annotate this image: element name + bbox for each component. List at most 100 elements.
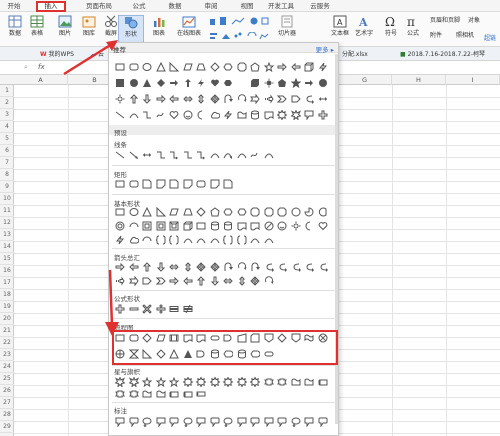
snip-shape-icon[interactable] [142,179,152,189]
curve-shape-icon[interactable] [250,235,260,245]
elbow-shape-icon[interactable] [156,150,166,160]
penta-shape-icon[interactable] [142,276,152,286]
row-header[interactable]: 19 [0,301,14,313]
curlL-shape-icon[interactable] [304,262,314,272]
bolt-shape-icon[interactable] [115,235,125,245]
heart-shape-icon[interactable] [318,221,328,231]
callround-shape-icon[interactable] [129,417,139,428]
rect-shape-icon[interactable] [115,179,125,189]
snip-shape-icon[interactable] [169,179,179,189]
quad-shape-icon[interactable] [209,94,220,104]
callrect-shape-icon[interactable] [264,417,274,428]
curve-shape-icon[interactable] [196,235,206,245]
tab-formula[interactable]: 公式 [128,1,150,12]
uturn-shape-icon[interactable] [223,262,233,272]
row-header[interactable]: 16 [0,265,14,277]
wave-shape-icon[interactable] [156,389,166,399]
row-header[interactable]: 4 [0,121,14,133]
callcloud-shape-icon[interactable] [223,417,233,427]
notch-shape-icon[interactable] [128,275,139,287]
squareF-shape-icon[interactable] [115,78,125,88]
wave-shape-icon[interactable] [142,389,152,399]
textbox-button[interactable]: A 文本框 [328,15,352,45]
arrowR-shape-icon[interactable] [169,276,179,286]
diamondF-shape-icon[interactable] [156,78,166,88]
object-button[interactable]: 对象 [468,16,480,25]
scrollh-shape-icon[interactable] [169,389,179,399]
lr-shape-icon[interactable] [223,276,233,286]
oct-shape-icon[interactable] [237,62,247,72]
panel-scrollbar[interactable] [335,54,338,424]
ellipse-shape-icon[interactable] [142,62,152,72]
column-header[interactable]: A [14,75,68,85]
bracket-shape-icon[interactable] [222,235,233,245]
arrowU-shape-icon[interactable] [142,262,152,272]
column-header[interactable]: I [446,75,500,85]
wave-shape-icon[interactable] [304,377,314,387]
callrect-shape-icon[interactable] [304,417,314,428]
row-header[interactable]: 24 [0,361,14,373]
callrect-shape-icon[interactable] [196,417,206,428]
rrect-shape-icon[interactable] [129,62,139,72]
circleF-shape-icon[interactable] [129,78,139,88]
oct-shape-icon[interactable] [277,207,287,217]
doc-shape-icon[interactable] [264,110,274,120]
arrowRF-shape-icon[interactable] [304,78,314,88]
doc-shape-icon[interactable] [250,221,260,231]
symbol-button[interactable]: Ω 符号 [380,15,402,45]
quad-shape-icon[interactable] [250,276,260,286]
row-header[interactable]: 13 [0,229,14,241]
para-shape-icon[interactable] [182,62,193,72]
circle-shape-icon[interactable] [291,207,301,217]
arrowUF-shape-icon[interactable] [183,78,193,88]
callrect-shape-icon[interactable] [156,417,166,428]
penta-shape-icon[interactable] [291,94,301,104]
curlL-shape-icon[interactable] [264,262,274,272]
fx-label[interactable]: fx [38,63,45,71]
scrollh-shape-icon[interactable] [183,389,193,399]
fold-shape-icon[interactable] [156,179,166,189]
quad-shape-icon[interactable] [209,262,220,272]
curlL-shape-icon[interactable] [304,94,314,104]
curve-shape-icon[interactable] [183,235,193,245]
seal-shape-icon[interactable] [182,376,193,388]
boltF-shape-icon[interactable] [196,78,206,88]
star-shape-icon[interactable] [263,61,274,73]
wave-shape-icon[interactable] [291,377,301,387]
curvearrow-shape-icon[interactable] [223,150,233,160]
elbow-shape-icon[interactable] [183,150,193,160]
minus-shape-icon[interactable] [129,304,139,314]
star-shape-icon[interactable] [155,376,166,388]
line-shape-icon[interactable] [115,150,125,160]
donut-shape-icon[interactable] [115,221,125,231]
seal-shape-icon[interactable] [236,376,247,388]
can-shape-icon[interactable] [223,221,233,231]
row-header[interactable]: 17 [0,277,14,289]
row-header[interactable]: 5 [0,133,14,145]
scrollh-shape-icon[interactable] [318,377,328,387]
starf-shape-icon[interactable] [290,77,301,89]
header-footer-button[interactable]: 页眉和页脚 [430,16,460,25]
attachment-button[interactable]: 附件 [430,31,442,40]
trap-shape-icon[interactable] [196,62,206,72]
column-header[interactable]: G [338,75,392,85]
tab-file-2[interactable]: ■ 2018.7.16-2018.7.22-柯琴 [400,49,485,60]
doubarrow-shape-icon[interactable] [142,150,152,160]
elbowarrow-shape-icon[interactable] [169,150,179,160]
arrowD-shape-icon[interactable] [156,262,166,272]
heartF-shape-icon[interactable] [210,78,220,88]
snip-shape-icon[interactable] [223,179,233,189]
moonF-shape-icon[interactable] [237,78,247,88]
rrect-shape-icon[interactable] [129,179,139,189]
row-header[interactable]: 20 [0,313,14,325]
ud-shape-icon[interactable] [183,262,193,272]
callround-shape-icon[interactable] [277,417,287,428]
row-header[interactable]: 3 [0,109,14,121]
chart-types-row1[interactable] [210,17,270,26]
curve-shape-icon[interactable] [210,150,220,160]
arrowD-shape-icon[interactable] [210,276,220,286]
camera-button[interactable]: 照相机 [456,31,474,40]
row-header[interactable]: 23 [0,349,14,361]
ud-shape-icon[interactable] [196,94,206,104]
row-header[interactable]: 1 [0,85,14,97]
